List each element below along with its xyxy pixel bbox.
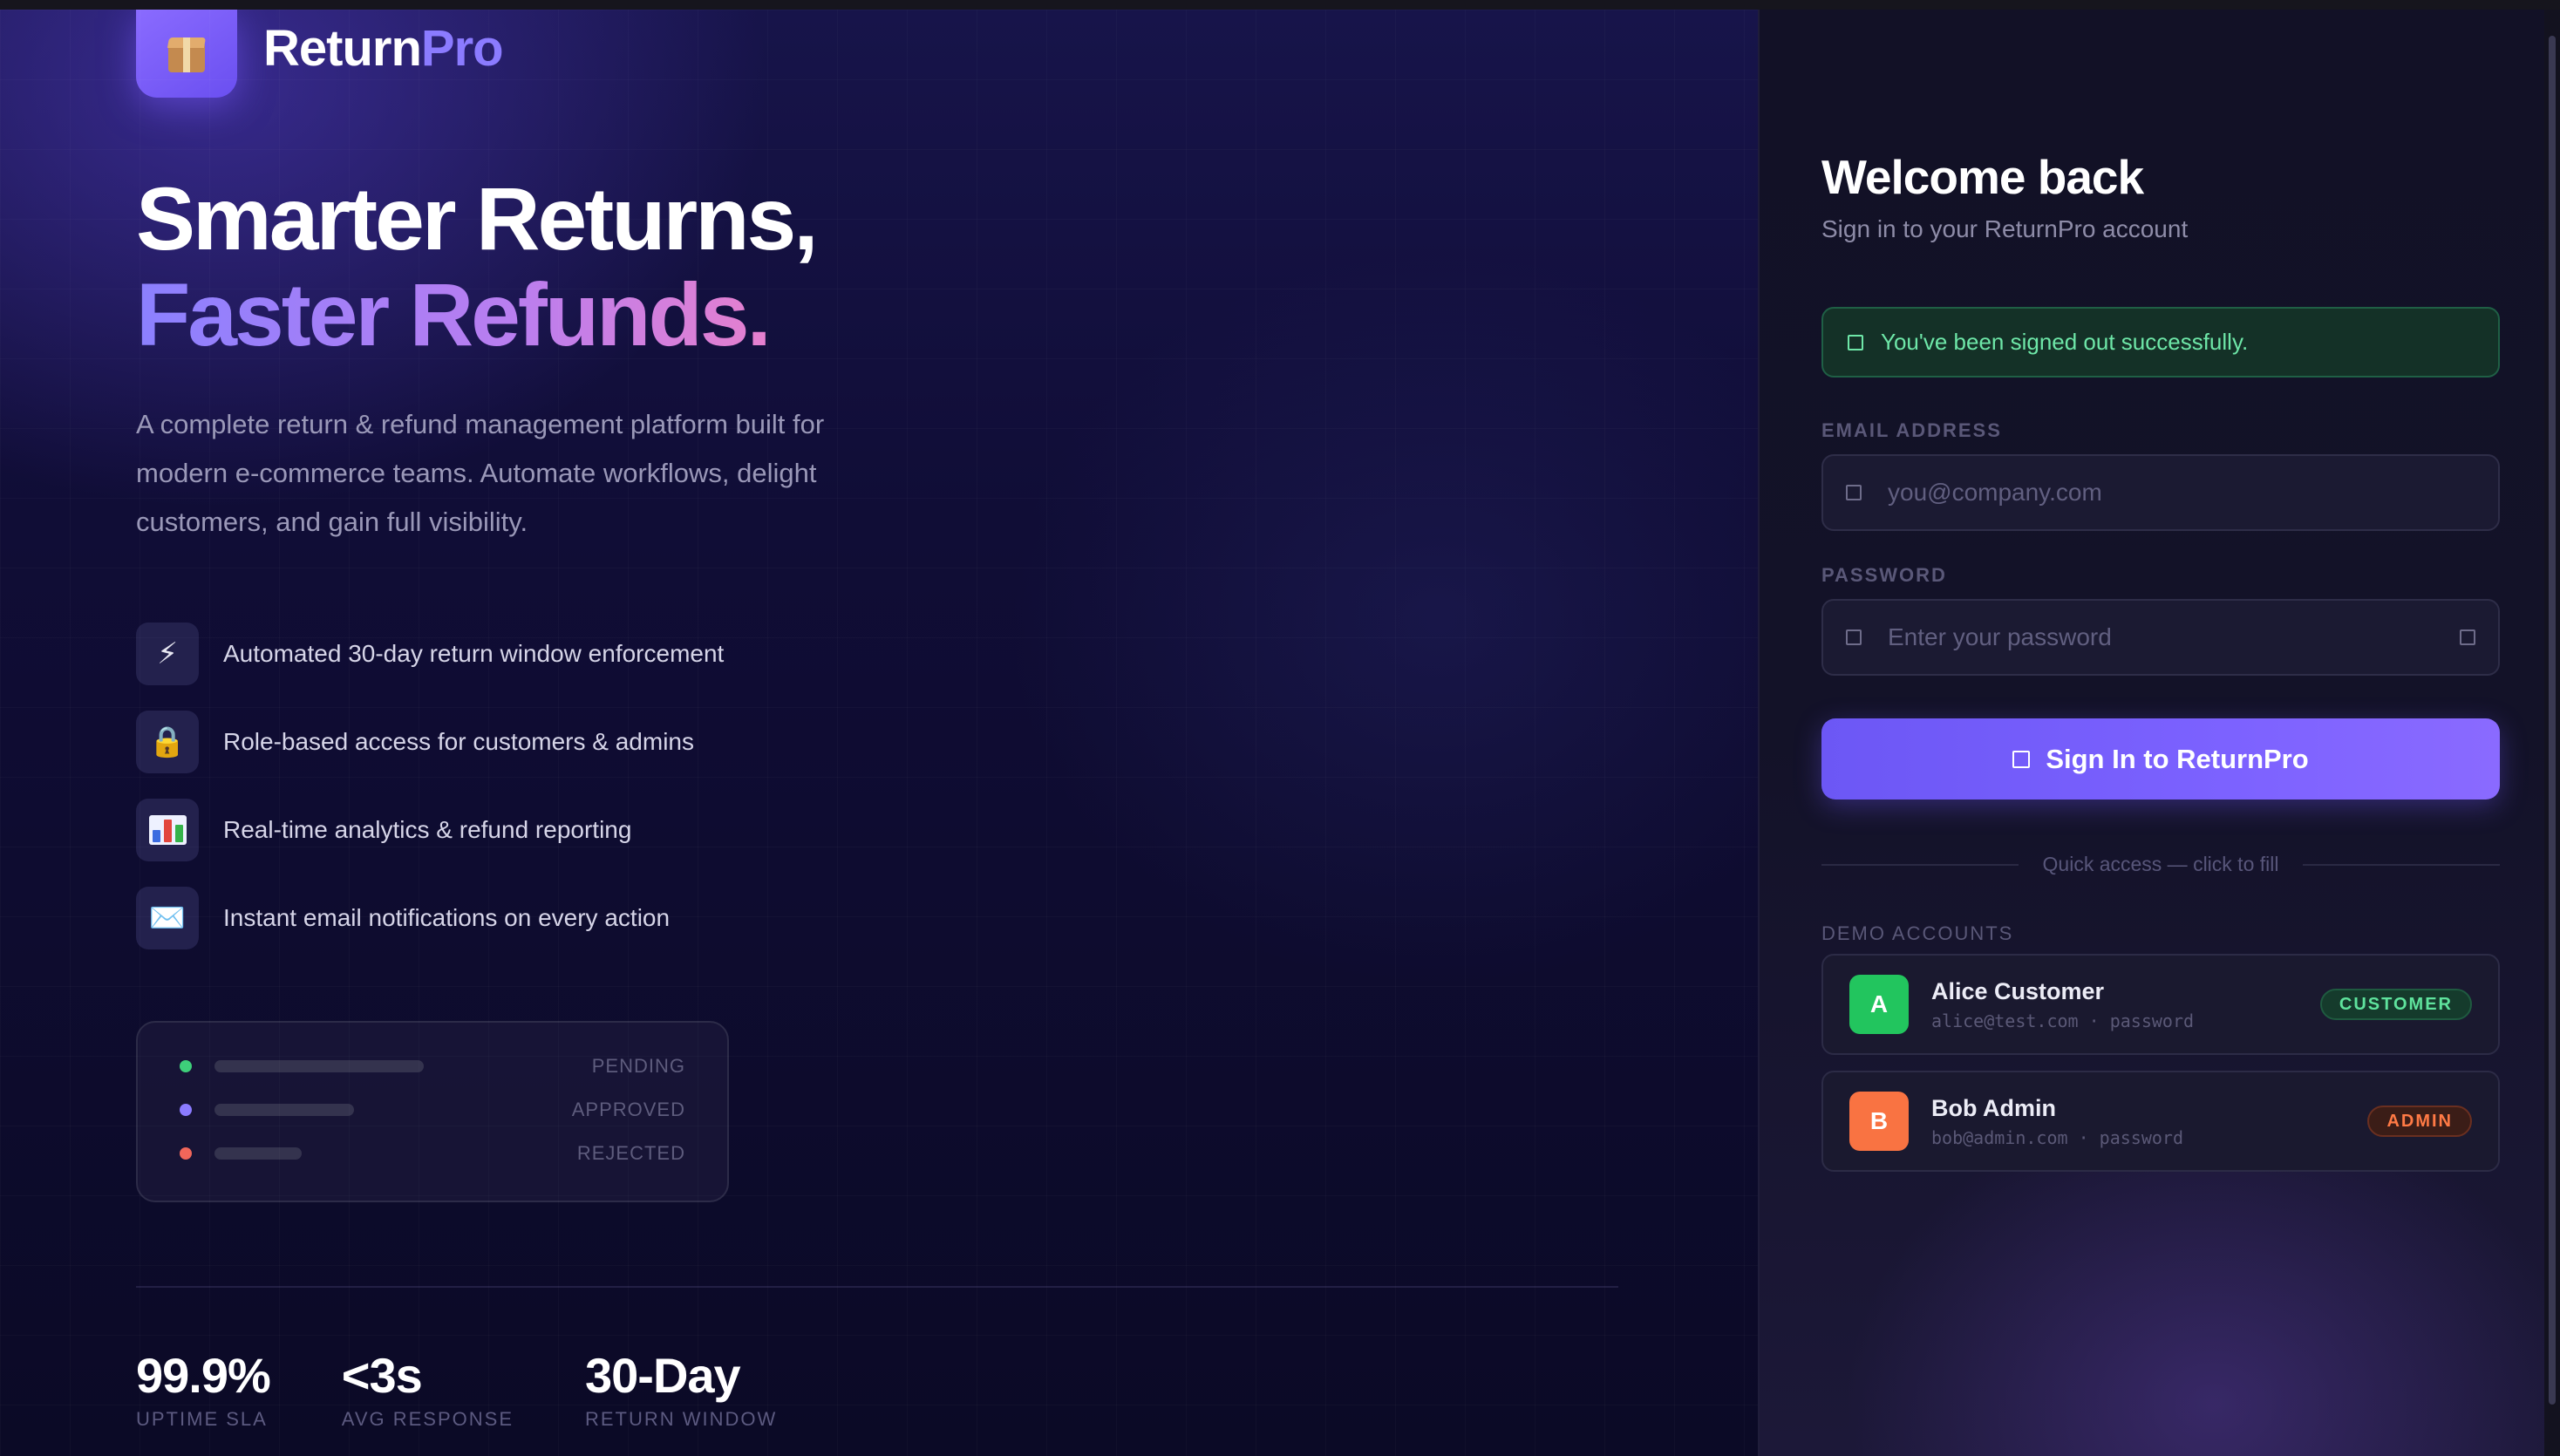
status-dot-pending	[180, 1060, 192, 1072]
quick-access-divider: Quick access — click to fill	[1821, 853, 2501, 876]
feature-item: 🔒 Role-based access for customers & admi…	[136, 711, 724, 773]
feature-item: ⚡ Automated 30-day return window enforce…	[136, 623, 724, 685]
password-label: PASSWORD	[1821, 564, 1947, 586]
mail-icon	[1846, 485, 1862, 500]
lightning-glyph: ⚡	[157, 637, 178, 670]
stat-label: RETURN WINDOW	[585, 1408, 778, 1430]
divider	[136, 1286, 1618, 1288]
sign-in-button[interactable]: Sign In to ReturnPro	[1821, 718, 2500, 799]
brand: ReturnPro	[136, 10, 504, 98]
account-email: alice@test.com	[1931, 1010, 2079, 1031]
signout-success-alert: You've been signed out successfully.	[1821, 307, 2500, 378]
scrollbar-thumb[interactable]	[2549, 36, 2556, 1405]
role-badge-customer: CUSTOMER	[2319, 989, 2472, 1020]
feature-label: Automated 30-day return window enforceme…	[223, 640, 725, 667]
demo-account-alice[interactable]: A Alice Customer alice@test.com · passwo…	[1821, 954, 2500, 1055]
account-password: password	[2109, 1010, 2195, 1031]
status-bar	[214, 1060, 424, 1072]
login-subtitle: Sign in to your ReturnPro account	[1821, 215, 2189, 242]
avatar: A	[1849, 975, 1909, 1034]
demo-account-bob[interactable]: B Bob Admin bob@admin.com · password ADM…	[1821, 1071, 2500, 1172]
status-label: PENDING	[591, 1055, 685, 1077]
sign-in-label: Sign In to ReturnPro	[2046, 743, 2309, 774]
divider-line	[2303, 863, 2501, 866]
lock-glyph: 🔒	[148, 725, 187, 759]
stat-value: <3s	[341, 1348, 423, 1403]
stat-uptime: 99.9% UPTIME SLA	[136, 1348, 271, 1431]
brand-name-accent: Pro	[420, 20, 504, 77]
divider-line	[1821, 863, 2019, 866]
feature-item: Real-time analytics & refund reporting	[136, 799, 724, 861]
status-dot-approved	[180, 1104, 192, 1116]
hero-line-1: Smarter Returns,	[136, 169, 819, 269]
account-info: Bob Admin bob@admin.com · password	[1931, 1095, 2183, 1148]
top-strip	[0, 0, 2560, 10]
envelope-glyph: ✉️	[148, 901, 187, 935]
lock-icon: 🔒	[136, 711, 199, 773]
status-row: REJECTED	[180, 1140, 685, 1167]
package-icon	[136, 10, 237, 98]
status-preview-card: PENDING APPROVED REJECTED	[136, 1021, 729, 1202]
check-icon	[1848, 334, 1863, 350]
account-password: password	[2099, 1126, 2183, 1148]
hero-heading: Smarter Returns, Faster Refunds.	[136, 169, 819, 363]
status-bar	[214, 1104, 354, 1116]
role-badge-admin: ADMIN	[2367, 1106, 2472, 1137]
status-label: REJECTED	[576, 1142, 685, 1164]
stat-value: 99.9%	[136, 1348, 271, 1403]
stat-return-window: 30-Day RETURN WINDOW	[585, 1349, 777, 1431]
brand-name-main: Return	[263, 20, 422, 77]
alert-message: You've been signed out successfully.	[1881, 329, 2249, 355]
account-credentials: alice@test.com · password	[1931, 1010, 2195, 1031]
lock-icon	[1846, 629, 1862, 645]
stats-row: 99.9% UPTIME SLA <3s AVG RESPONSE 30-Day…	[136, 1349, 848, 1431]
lightning-icon: ⚡	[136, 623, 199, 685]
email-input[interactable]	[1888, 479, 2475, 507]
stat-label: UPTIME SLA	[136, 1408, 268, 1430]
account-email: bob@admin.com	[1931, 1126, 2068, 1148]
feature-label: Role-based access for customers & admins	[223, 728, 694, 755]
feature-label: Real-time analytics & refund reporting	[223, 816, 632, 843]
bar-chart-icon	[136, 799, 199, 861]
password-input[interactable]	[1888, 623, 2460, 651]
feature-label: Instant email notifications on every act…	[223, 904, 671, 931]
status-row: PENDING	[180, 1052, 685, 1080]
marketing-panel: ReturnPro Smarter Returns, Faster Refund…	[0, 10, 1758, 1456]
show-password-icon[interactable]	[2460, 629, 2475, 645]
account-name: Bob Admin	[1931, 1094, 2056, 1121]
email-field[interactable]	[1821, 454, 2500, 531]
feature-item: ✉️ Instant email notifications on every …	[136, 887, 724, 949]
demo-accounts-heading: DEMO ACCOUNTS	[1821, 922, 2014, 944]
login-title: Welcome back	[1821, 150, 2144, 204]
password-field[interactable]	[1821, 599, 2500, 676]
hero-description: A complete return & refund management pl…	[136, 409, 825, 537]
stat-label: AVG RESPONSE	[341, 1408, 514, 1430]
hero-line-2: Faster Refunds.	[136, 267, 816, 363]
envelope-icon: ✉️	[136, 887, 199, 949]
status-row: APPROVED	[180, 1096, 685, 1124]
account-name: Alice Customer	[1931, 977, 2105, 1004]
quick-access-text: Quick access — click to fill	[2042, 853, 2279, 875]
stat-value: 30-Day	[585, 1348, 741, 1403]
email-label: EMAIL ADDRESS	[1821, 419, 2002, 441]
brand-name: ReturnPro	[263, 19, 504, 78]
account-info: Alice Customer alice@test.com · password	[1931, 978, 2194, 1031]
login-icon	[2012, 750, 2031, 768]
stat-response: <3s AVG RESPONSE	[342, 1349, 514, 1431]
account-credentials: bob@admin.com · password	[1931, 1126, 2183, 1148]
status-label: APPROVED	[571, 1099, 685, 1120]
status-dot-rejected	[180, 1147, 192, 1160]
scrollbar[interactable]	[2544, 10, 2560, 1456]
login-panel: Welcome back Sign in to your ReturnPro a…	[1758, 10, 2560, 1456]
status-bar	[214, 1147, 302, 1160]
feature-list: ⚡ Automated 30-day return window enforce…	[136, 623, 724, 975]
avatar: B	[1849, 1092, 1909, 1151]
